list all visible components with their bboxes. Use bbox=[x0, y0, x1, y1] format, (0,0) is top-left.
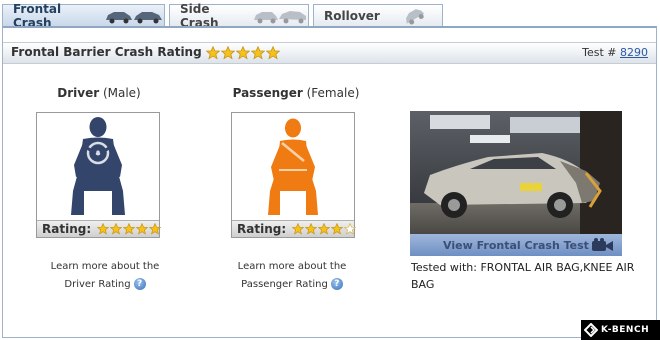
crash-tabs: Frontal Crash Side Crash Rollover bbox=[2, 2, 443, 30]
driver-star-icon bbox=[110, 223, 123, 235]
passenger-star-rating bbox=[292, 223, 357, 235]
driver-rating-label: Rating: bbox=[42, 222, 92, 236]
panel-title: Frontal Barrier Crash Rating bbox=[11, 45, 280, 60]
driver-learn-line2: Driver Rating bbox=[64, 279, 131, 290]
kbench-logo: K-BENCH bbox=[581, 320, 660, 340]
panel-header: Frontal Barrier Crash Rating Test # 8290 bbox=[3, 42, 656, 64]
cars-collision-icon bbox=[104, 8, 164, 24]
tab-rollover[interactable]: Rollover bbox=[313, 4, 443, 26]
passenger-learn-more[interactable]: Learn more about the Passenger Rating? bbox=[217, 259, 367, 293]
test-number: Test # 8290 bbox=[582, 46, 648, 59]
driver-star-icon bbox=[97, 223, 110, 235]
driver-star-icon bbox=[136, 223, 149, 235]
panel-title-text: Frontal Barrier Crash Rating bbox=[11, 45, 202, 59]
side-impact-cars-icon bbox=[252, 8, 308, 24]
passenger-star-icon bbox=[318, 223, 331, 235]
driver-star-rating bbox=[97, 223, 162, 235]
passenger-figure-icon bbox=[232, 113, 354, 221]
tab-frontal-crash[interactable]: Frontal Crash bbox=[2, 2, 165, 30]
crash-test-photo: View Frontal Crash Test bbox=[410, 111, 622, 256]
help-icon[interactable]: ? bbox=[133, 278, 146, 290]
test-number-prefix: Test # bbox=[582, 46, 617, 59]
view-crash-test-button[interactable]: View Frontal Crash Test bbox=[410, 234, 622, 256]
crash-test-image bbox=[410, 111, 622, 234]
driver-learn-more[interactable]: Learn more about the Driver Rating? bbox=[30, 259, 180, 293]
passenger-learn-line1: Learn more about the bbox=[237, 261, 347, 272]
tab-side-crash[interactable]: Side Crash bbox=[169, 2, 309, 30]
passenger-star-icon bbox=[305, 223, 318, 235]
passenger-subtitle: (Female) bbox=[306, 86, 360, 100]
passenger-heading: Passenger (Female) bbox=[226, 86, 366, 100]
overall-star-icon bbox=[205, 45, 220, 60]
driver-rating-bar: Rating: bbox=[37, 220, 162, 237]
rollover-car-icon bbox=[402, 7, 426, 25]
tested-with-text: Tested with: FRONTAL AIR BAG,KNEE AIR BA… bbox=[411, 261, 635, 291]
passenger-rating-bar: Rating: bbox=[232, 220, 357, 237]
overall-star-icon bbox=[250, 45, 265, 60]
passenger-rating-card: Rating: bbox=[231, 112, 357, 238]
driver-figure-icon bbox=[37, 113, 159, 221]
passenger-rating-label: Rating: bbox=[237, 222, 287, 236]
passenger-star-icon bbox=[292, 223, 305, 235]
passenger-star-icon bbox=[344, 223, 357, 235]
driver-heading: Driver (Male) bbox=[36, 86, 162, 100]
view-crash-test-label: View Frontal Crash Test bbox=[443, 238, 589, 252]
passenger-learn-line2: Passenger Rating bbox=[241, 279, 328, 290]
driver-learn-line1: Learn more about the bbox=[50, 261, 160, 272]
help-icon[interactable]: ? bbox=[330, 278, 343, 290]
test-number-link[interactable]: 8290 bbox=[620, 46, 648, 59]
kbench-logo-text: K-BENCH bbox=[601, 325, 650, 335]
passenger-star-icon bbox=[331, 223, 344, 235]
overall-star-icon bbox=[265, 45, 280, 60]
passenger-title: Passenger bbox=[232, 86, 303, 100]
driver-title: Driver bbox=[57, 86, 100, 100]
driver-rating-card: Rating: bbox=[36, 112, 162, 238]
tab-rollover-label: Rollover bbox=[324, 8, 380, 23]
overall-star-icon bbox=[220, 45, 235, 60]
driver-star-icon bbox=[149, 223, 162, 235]
driver-subtitle: (Male) bbox=[102, 86, 141, 100]
overall-star-rating bbox=[205, 45, 280, 60]
overall-star-icon bbox=[235, 45, 250, 60]
driver-star-icon bbox=[123, 223, 136, 235]
kbench-logo-icon bbox=[584, 323, 598, 337]
video-camera-icon bbox=[592, 238, 614, 255]
